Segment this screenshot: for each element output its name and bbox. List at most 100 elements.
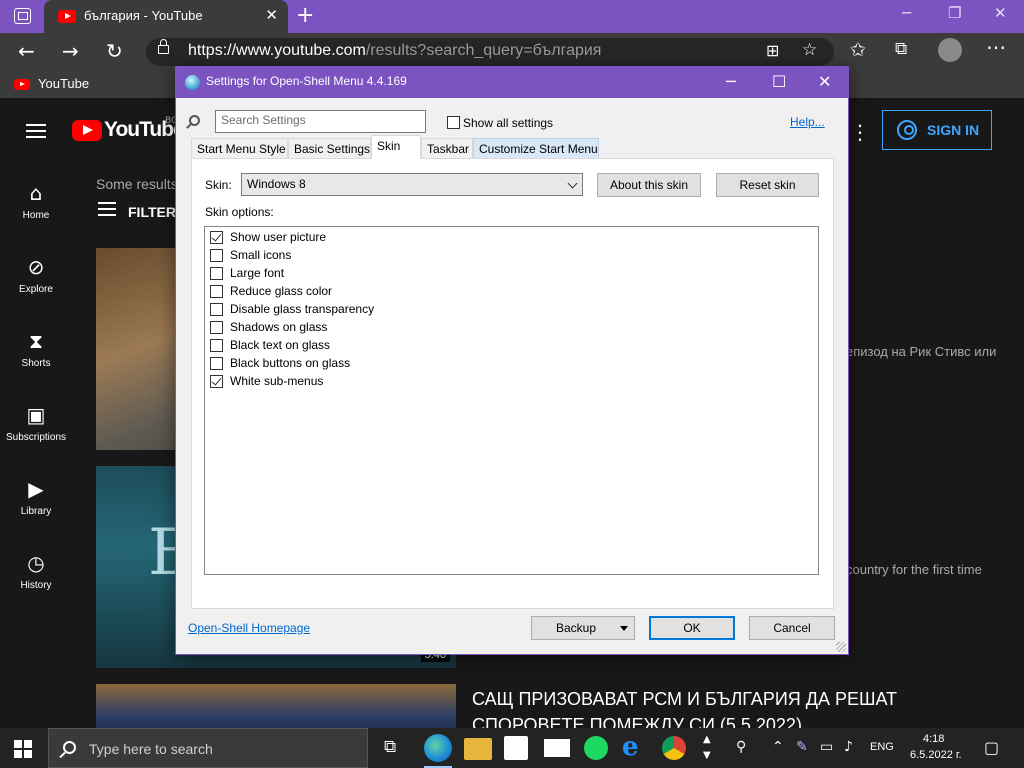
minimize-icon[interactable]: ─ <box>902 4 911 22</box>
tab-basic-settings[interactable]: Basic Settings <box>288 138 371 158</box>
settings-dialog: Settings for Open-Shell Menu 4.4.169 ─ ☐… <box>175 66 849 655</box>
microsoft-store-icon[interactable] <box>504 736 528 760</box>
filter-button[interactable]: FILTER <box>128 204 176 220</box>
sign-in-button[interactable]: SIGN IN <box>882 110 992 150</box>
close-tab-icon[interactable]: ✕ <box>265 6 278 24</box>
account-icon <box>897 120 917 140</box>
edge-browser-icon[interactable] <box>424 734 452 768</box>
restore-icon[interactable]: ❐ <box>948 4 961 22</box>
browser-tabstrip: българия - YouTube ✕ + ─ ❐ ✕ <box>0 0 1024 33</box>
video-description-snippet: епизод на Рик Стивс или <box>846 344 997 359</box>
internet-explorer-icon[interactable]: e <box>622 734 650 762</box>
spotify-icon[interactable] <box>584 736 608 760</box>
lock-icon[interactable] <box>158 39 169 54</box>
add-favorite-icon[interactable]: ☆ <box>802 40 817 60</box>
nav-history[interactable]: ◷ History <box>0 552 72 591</box>
volume-icon[interactable]: ♪ <box>844 739 853 755</box>
dialog-close-icon[interactable]: ✕ <box>818 72 831 91</box>
shorts-icon: ⧗ <box>28 329 44 353</box>
youtube-favicon-icon <box>58 10 76 23</box>
video-title[interactable]: САЩ ПРИЗОВАВАТ РСМ И БЪЛГАРИЯ ДА РЕШАТ С… <box>472 686 1012 728</box>
bookmark-youtube[interactable]: YouTube <box>38 76 89 91</box>
back-icon[interactable]: ← <box>18 39 35 63</box>
windows-start-icon[interactable] <box>14 740 32 758</box>
task-view-icon[interactable]: ⧉ <box>384 737 396 757</box>
option-checkbox[interactable] <box>210 303 223 316</box>
address-bar[interactable]: https://www.youtube.com/results?search_q… <box>146 38 834 66</box>
nav-library[interactable]: ▶ Library <box>0 478 72 517</box>
about-skin-button[interactable]: About this skin <box>597 173 701 197</box>
show-all-settings-label[interactable]: Show all settings <box>463 116 553 130</box>
home-icon: ⌂ <box>29 181 43 205</box>
option-checkbox[interactable] <box>210 231 223 244</box>
clock-date[interactable]: 6.5.2022 г. <box>910 749 962 761</box>
option-checkbox[interactable] <box>210 339 223 352</box>
video-thumbnail[interactable] <box>96 684 456 728</box>
show-hidden-icons-icon[interactable]: ⌃ <box>772 739 784 755</box>
dialog-title: Settings for Open-Shell Menu 4.4.169 <box>206 74 407 88</box>
option-checkbox[interactable] <box>210 285 223 298</box>
windows-taskbar: Type here to search ⧉ e ▲ ▼ ⚲ ⌃ ✎ ▭ ♪ ENG… <box>0 728 1024 768</box>
option-checkbox[interactable] <box>210 375 223 388</box>
tab-customize-start-menu[interactable]: Customize Start Menu <box>473 138 599 158</box>
dropdown-arrow-icon[interactable] <box>620 626 628 631</box>
more-menu-icon[interactable]: ⋯ <box>986 35 1006 59</box>
dialog-minimize-icon[interactable]: ─ <box>726 72 736 91</box>
taskbar-scroll-icon[interactable]: ▲ ▼ <box>703 732 711 764</box>
browser-tab-youtube[interactable]: българия - YouTube ✕ <box>44 0 288 33</box>
url-host: https://www.youtube.com <box>188 42 366 59</box>
nav-subscriptions[interactable]: ▣ Subscriptions <box>0 404 72 443</box>
dialog-titlebar[interactable]: Settings for Open-Shell Menu 4.4.169 ─ ☐… <box>176 67 848 98</box>
network-icon[interactable]: ▭ <box>820 739 833 755</box>
tab-taskbar[interactable]: Taskbar <box>421 138 473 158</box>
history-icon: ◷ <box>27 551 45 575</box>
cancel-button[interactable]: Cancel <box>749 616 835 640</box>
collections-icon[interactable]: ⧉ <box>895 39 907 59</box>
pen-icon[interactable]: ✎ <box>796 739 808 755</box>
dialog-maximize-icon[interactable]: ☐ <box>772 72 786 91</box>
people-icon[interactable]: ⚲ <box>736 739 746 755</box>
video-description-snippet: country for the first time <box>846 562 982 577</box>
chrome-icon[interactable] <box>662 736 686 760</box>
open-shell-app-icon <box>185 75 200 90</box>
forward-icon[interactable]: → <box>62 39 79 63</box>
mail-icon[interactable] <box>544 739 570 757</box>
app-available-icon[interactable]: ⊞ <box>766 41 779 60</box>
taskbar-search-box[interactable]: Type here to search <box>48 728 368 768</box>
nav-explore[interactable]: ⊘ Explore <box>0 256 72 295</box>
resize-grip-icon[interactable] <box>836 642 846 652</box>
clock-time[interactable]: 4:18 <box>923 733 944 745</box>
url-text[interactable]: https://www.youtube.com/results?search_q… <box>188 42 601 60</box>
close-window-icon[interactable]: ✕ <box>994 4 1007 22</box>
sign-in-label: SIGN IN <box>927 122 980 138</box>
tab-skin[interactable]: Skin <box>371 135 421 159</box>
settings-dots-icon[interactable]: ⋮ <box>850 120 870 144</box>
reset-skin-button[interactable]: Reset skin <box>716 173 819 197</box>
file-explorer-icon[interactable] <box>464 738 492 760</box>
refresh-icon[interactable]: ↻ <box>106 39 123 63</box>
open-shell-homepage-link[interactable]: Open-Shell Homepage <box>188 621 310 635</box>
option-checkbox[interactable] <box>210 249 223 262</box>
tab-start-menu-style[interactable]: Start Menu Style <box>191 138 288 158</box>
ok-button[interactable]: OK <box>649 616 735 640</box>
help-link[interactable]: Help... <box>790 115 825 129</box>
nav-home[interactable]: ⌂ Home <box>0 182 72 221</box>
profile-avatar-icon[interactable] <box>938 38 962 62</box>
language-indicator[interactable]: ENG <box>870 741 894 753</box>
youtube-logo-icon[interactable] <box>72 120 102 141</box>
tab-actions-icon[interactable] <box>14 8 31 24</box>
backup-button[interactable]: Backup <box>531 616 635 640</box>
library-icon: ▶ <box>28 477 44 501</box>
option-checkbox[interactable] <box>210 321 223 334</box>
nav-shorts[interactable]: ⧗ Shorts <box>0 330 72 369</box>
new-tab-icon[interactable]: + <box>296 3 314 28</box>
search-settings-input[interactable]: Search Settings <box>215 110 426 133</box>
option-checkbox[interactable] <box>210 267 223 280</box>
option-checkbox[interactable] <box>210 357 223 370</box>
favorites-icon[interactable]: ✩ <box>850 39 866 61</box>
filter-icon[interactable] <box>98 202 116 216</box>
skin-select[interactable]: Windows 8 <box>241 173 583 196</box>
notifications-icon[interactable]: ▢ <box>984 738 999 757</box>
show-all-settings-checkbox[interactable] <box>447 116 460 129</box>
guide-menu-icon[interactable] <box>26 124 46 138</box>
